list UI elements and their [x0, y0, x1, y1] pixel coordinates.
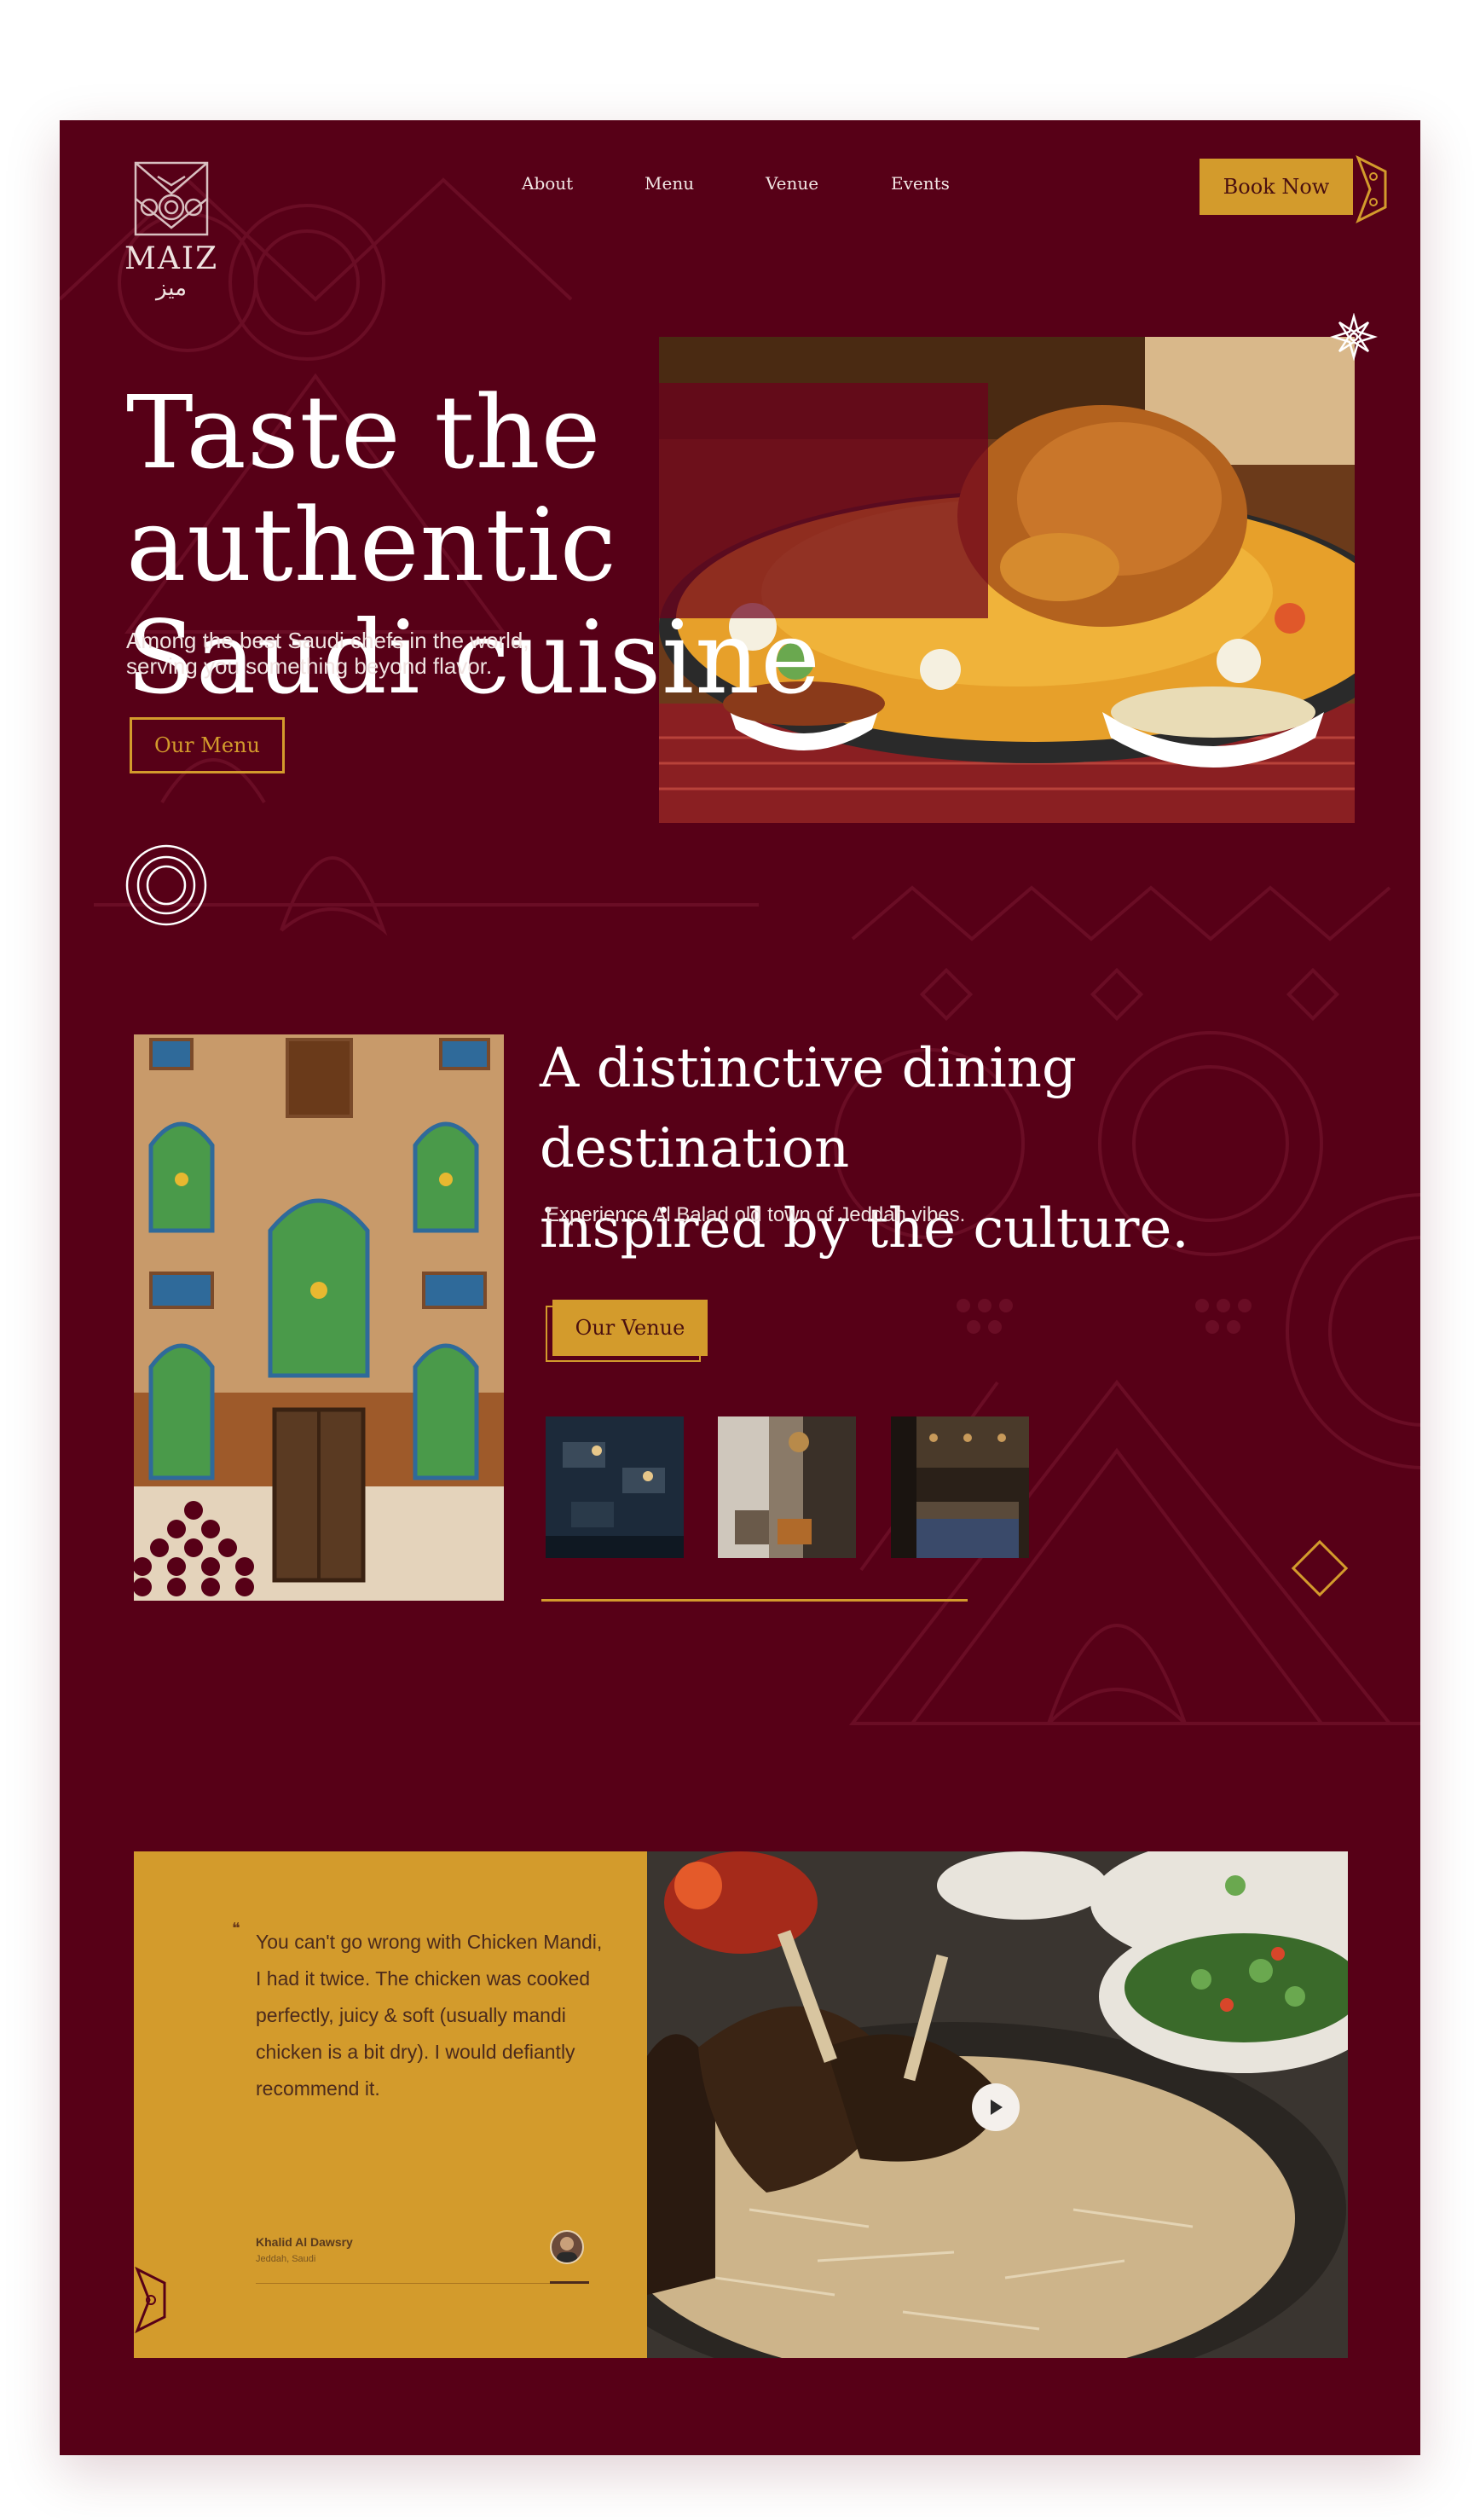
venue-divider-line: [541, 1599, 968, 1602]
logo-emblem-icon: [134, 161, 209, 236]
venue-thumb-1[interactable]: [546, 1416, 684, 1558]
quote-mark-icon: ❝: [232, 1920, 240, 1938]
hero-title-line1: Taste the authentic: [126, 374, 617, 604]
our-menu-button[interactable]: Our Menu: [130, 717, 285, 773]
testimonial-active-indicator: [550, 2281, 589, 2284]
venue-title-line1: A distinctive dining destination: [540, 1037, 1077, 1180]
reviewer-avatar[interactable]: [550, 2230, 584, 2264]
venue-subtitle: Experience Al Balad old town of Jeddah v…: [546, 1203, 966, 1226]
reviewer-location: Jeddah, Saudi: [256, 2254, 316, 2264]
play-icon: [991, 2100, 1003, 2115]
nav-events[interactable]: Events: [891, 173, 950, 194]
testimonial-ornament-icon: [135, 2266, 166, 2334]
venue-building-photo: [134, 1034, 504, 1601]
nav-venue[interactable]: Venue: [766, 173, 818, 194]
reviewer-name: Khalid Al Dawsry: [256, 2235, 353, 2249]
book-ornament-icon: [1356, 154, 1387, 224]
venue-title-line2: inspired by the culture.: [540, 1197, 1189, 1260]
brand-name: MAIZ: [124, 241, 219, 276]
diamond-ornament-icon: [1291, 1539, 1349, 1597]
brand-logo[interactable]: MAIZ ميز: [124, 159, 218, 304]
star-ornament-icon: [1330, 313, 1378, 361]
venue-thumb-3[interactable]: [891, 1416, 1029, 1558]
circle-ornament-icon: [125, 844, 207, 926]
nav-about[interactable]: About: [522, 173, 573, 194]
our-venue-button[interactable]: Our Venue: [552, 1300, 708, 1356]
book-now-button[interactable]: Book Now: [1200, 159, 1353, 215]
venue-title: A distinctive dining destination inspire…: [540, 1028, 1375, 1269]
nav-menu[interactable]: Menu: [645, 173, 694, 194]
play-button[interactable]: [972, 2083, 1020, 2131]
venue-thumb-2[interactable]: [718, 1416, 856, 1558]
brand-name-arabic: ميز: [155, 275, 188, 300]
page-frame: MAIZ ميز About Menu Venue Events Book No…: [60, 120, 1420, 2455]
hero-subtitle-line2: serving you something beyond flavor.: [126, 653, 493, 679]
testimonial-divider: [256, 2283, 588, 2284]
hero-subtitle: Among the best Saudi chefs in the world,…: [126, 628, 587, 679]
testimonial-quote: You can't go wrong with Chicken Mandi, I…: [256, 1931, 603, 2100]
hero-subtitle-line1: Among the best Saudi chefs in the world,: [126, 628, 529, 653]
